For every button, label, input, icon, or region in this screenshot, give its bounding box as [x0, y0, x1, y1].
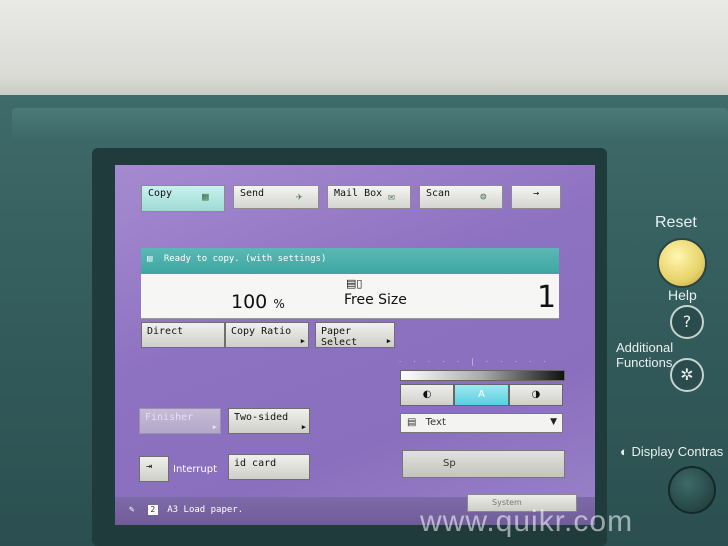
direct-button[interactable]: Direct	[141, 322, 225, 348]
copy-ratio-button[interactable]: Copy Ratio ▶	[225, 322, 309, 348]
density-gradient	[400, 370, 565, 381]
light-icon: ◐	[422, 389, 432, 400]
tray-number-badge: 2	[147, 505, 158, 515]
special-features-label: Sp	[443, 458, 456, 469]
interrupt-button[interactable]: ⇥	[139, 456, 169, 482]
finisher-button[interactable]: Finisher ▶	[139, 408, 221, 434]
contrast-icon: ◐	[620, 444, 628, 459]
arrow-right-icon: →	[532, 188, 540, 199]
copy-ratio-display: 100 %	[231, 291, 285, 313]
tab-more[interactable]: →	[511, 185, 561, 209]
additional-functions-button[interactable]: ✲	[670, 358, 704, 392]
copy-quantity: 1	[537, 280, 557, 315]
copy-ratio-unit: %	[273, 297, 285, 311]
interrupt-label: Interrupt	[173, 464, 218, 475]
mailbox-icon: ✉	[388, 190, 395, 203]
copy-ratio-label: Copy Ratio	[231, 326, 292, 337]
tab-copy[interactable]: Copy ▦	[141, 185, 225, 212]
density-darker-button[interactable]: ◑	[508, 384, 563, 406]
tab-copy-label: Copy	[148, 188, 173, 199]
paper-select-label: Paper Select	[321, 326, 358, 348]
tab-mail-box[interactable]: Mail Box ✉	[327, 185, 411, 209]
help-button[interactable]: ?	[670, 305, 704, 339]
paper-size-display: Free Size	[344, 292, 407, 308]
two-sided-label: Two-sided	[234, 412, 289, 423]
copy-ratio-value: 100	[231, 291, 268, 313]
submenu-arrow-icon: ▶	[386, 337, 391, 345]
density-auto-button[interactable]: A	[454, 384, 509, 406]
help-label: Help	[668, 287, 697, 303]
send-icon: ✈	[296, 190, 303, 203]
reset-button[interactable]	[657, 238, 707, 288]
copy-info-panel: 100 % ▤▯ Free Size 1	[141, 274, 559, 319]
submenu-arrow-icon: ▶	[301, 423, 306, 431]
scan-icon: ⊜	[480, 190, 487, 203]
auto-label: A	[478, 389, 485, 400]
status-icon: ▤	[147, 254, 153, 264]
id-card-button[interactable]: id card	[228, 454, 310, 480]
document-icon: ▤	[407, 417, 417, 428]
reset-label: Reset	[655, 214, 697, 231]
question-icon: ?	[682, 312, 692, 331]
bottom-status-message: A3 Load paper.	[167, 505, 244, 515]
id-card-label: id card	[234, 458, 277, 469]
additional-functions-icon: ✲	[680, 365, 694, 384]
display-contrast-button[interactable]	[668, 466, 716, 514]
density-selector: ◐ A ◑	[400, 384, 563, 406]
tab-send[interactable]: Send ✈	[233, 185, 319, 209]
housing-ledge	[12, 108, 728, 144]
original-type-value: Text	[425, 417, 446, 428]
status-message: Ready to copy. (with settings)	[163, 254, 327, 264]
two-sided-button[interactable]: Two-sided ▶	[228, 408, 310, 434]
interrupt-icon: ⇥	[146, 461, 153, 472]
original-type-select[interactable]: ▤ Text ▼	[400, 413, 563, 433]
direct-label: Direct	[147, 326, 184, 337]
watermark: www.quikr.com	[420, 505, 634, 538]
status-bar: ▤ Ready to copy. (with settings)	[141, 248, 559, 274]
display-contrast-text: Display Contras	[631, 444, 724, 459]
chevron-down-icon: ▼	[550, 417, 557, 427]
submenu-arrow-icon: ▶	[300, 337, 305, 345]
paper-select-button[interactable]: Paper Select ▶	[315, 322, 395, 348]
density-scale: · · · · · | · · · · ·	[399, 358, 551, 366]
dark-icon: ◑	[531, 389, 541, 400]
tab-send-label: Send	[240, 188, 265, 199]
display-contrast-label: ◐ Display Contras	[620, 444, 723, 459]
density-lighter-button[interactable]: ◐	[400, 384, 455, 406]
finisher-label: Finisher	[145, 412, 194, 423]
paper-warning-icon: ✎	[129, 505, 135, 515]
special-features-button[interactable]: Sp	[402, 450, 565, 478]
paper-icon: ▤▯	[346, 277, 363, 290]
tab-scan[interactable]: Scan ⊜	[419, 185, 503, 209]
tab-mail-box-label: Mail Box	[334, 188, 383, 199]
tab-scan-label: Scan	[426, 188, 451, 199]
wall-background	[0, 0, 728, 95]
copy-icon: ▦	[202, 190, 209, 203]
submenu-arrow-icon: ▶	[212, 423, 217, 431]
touch-screen: Copy ▦ Send ✈ Mail Box ✉ Scan ⊜ → ▤ Read…	[115, 165, 595, 525]
